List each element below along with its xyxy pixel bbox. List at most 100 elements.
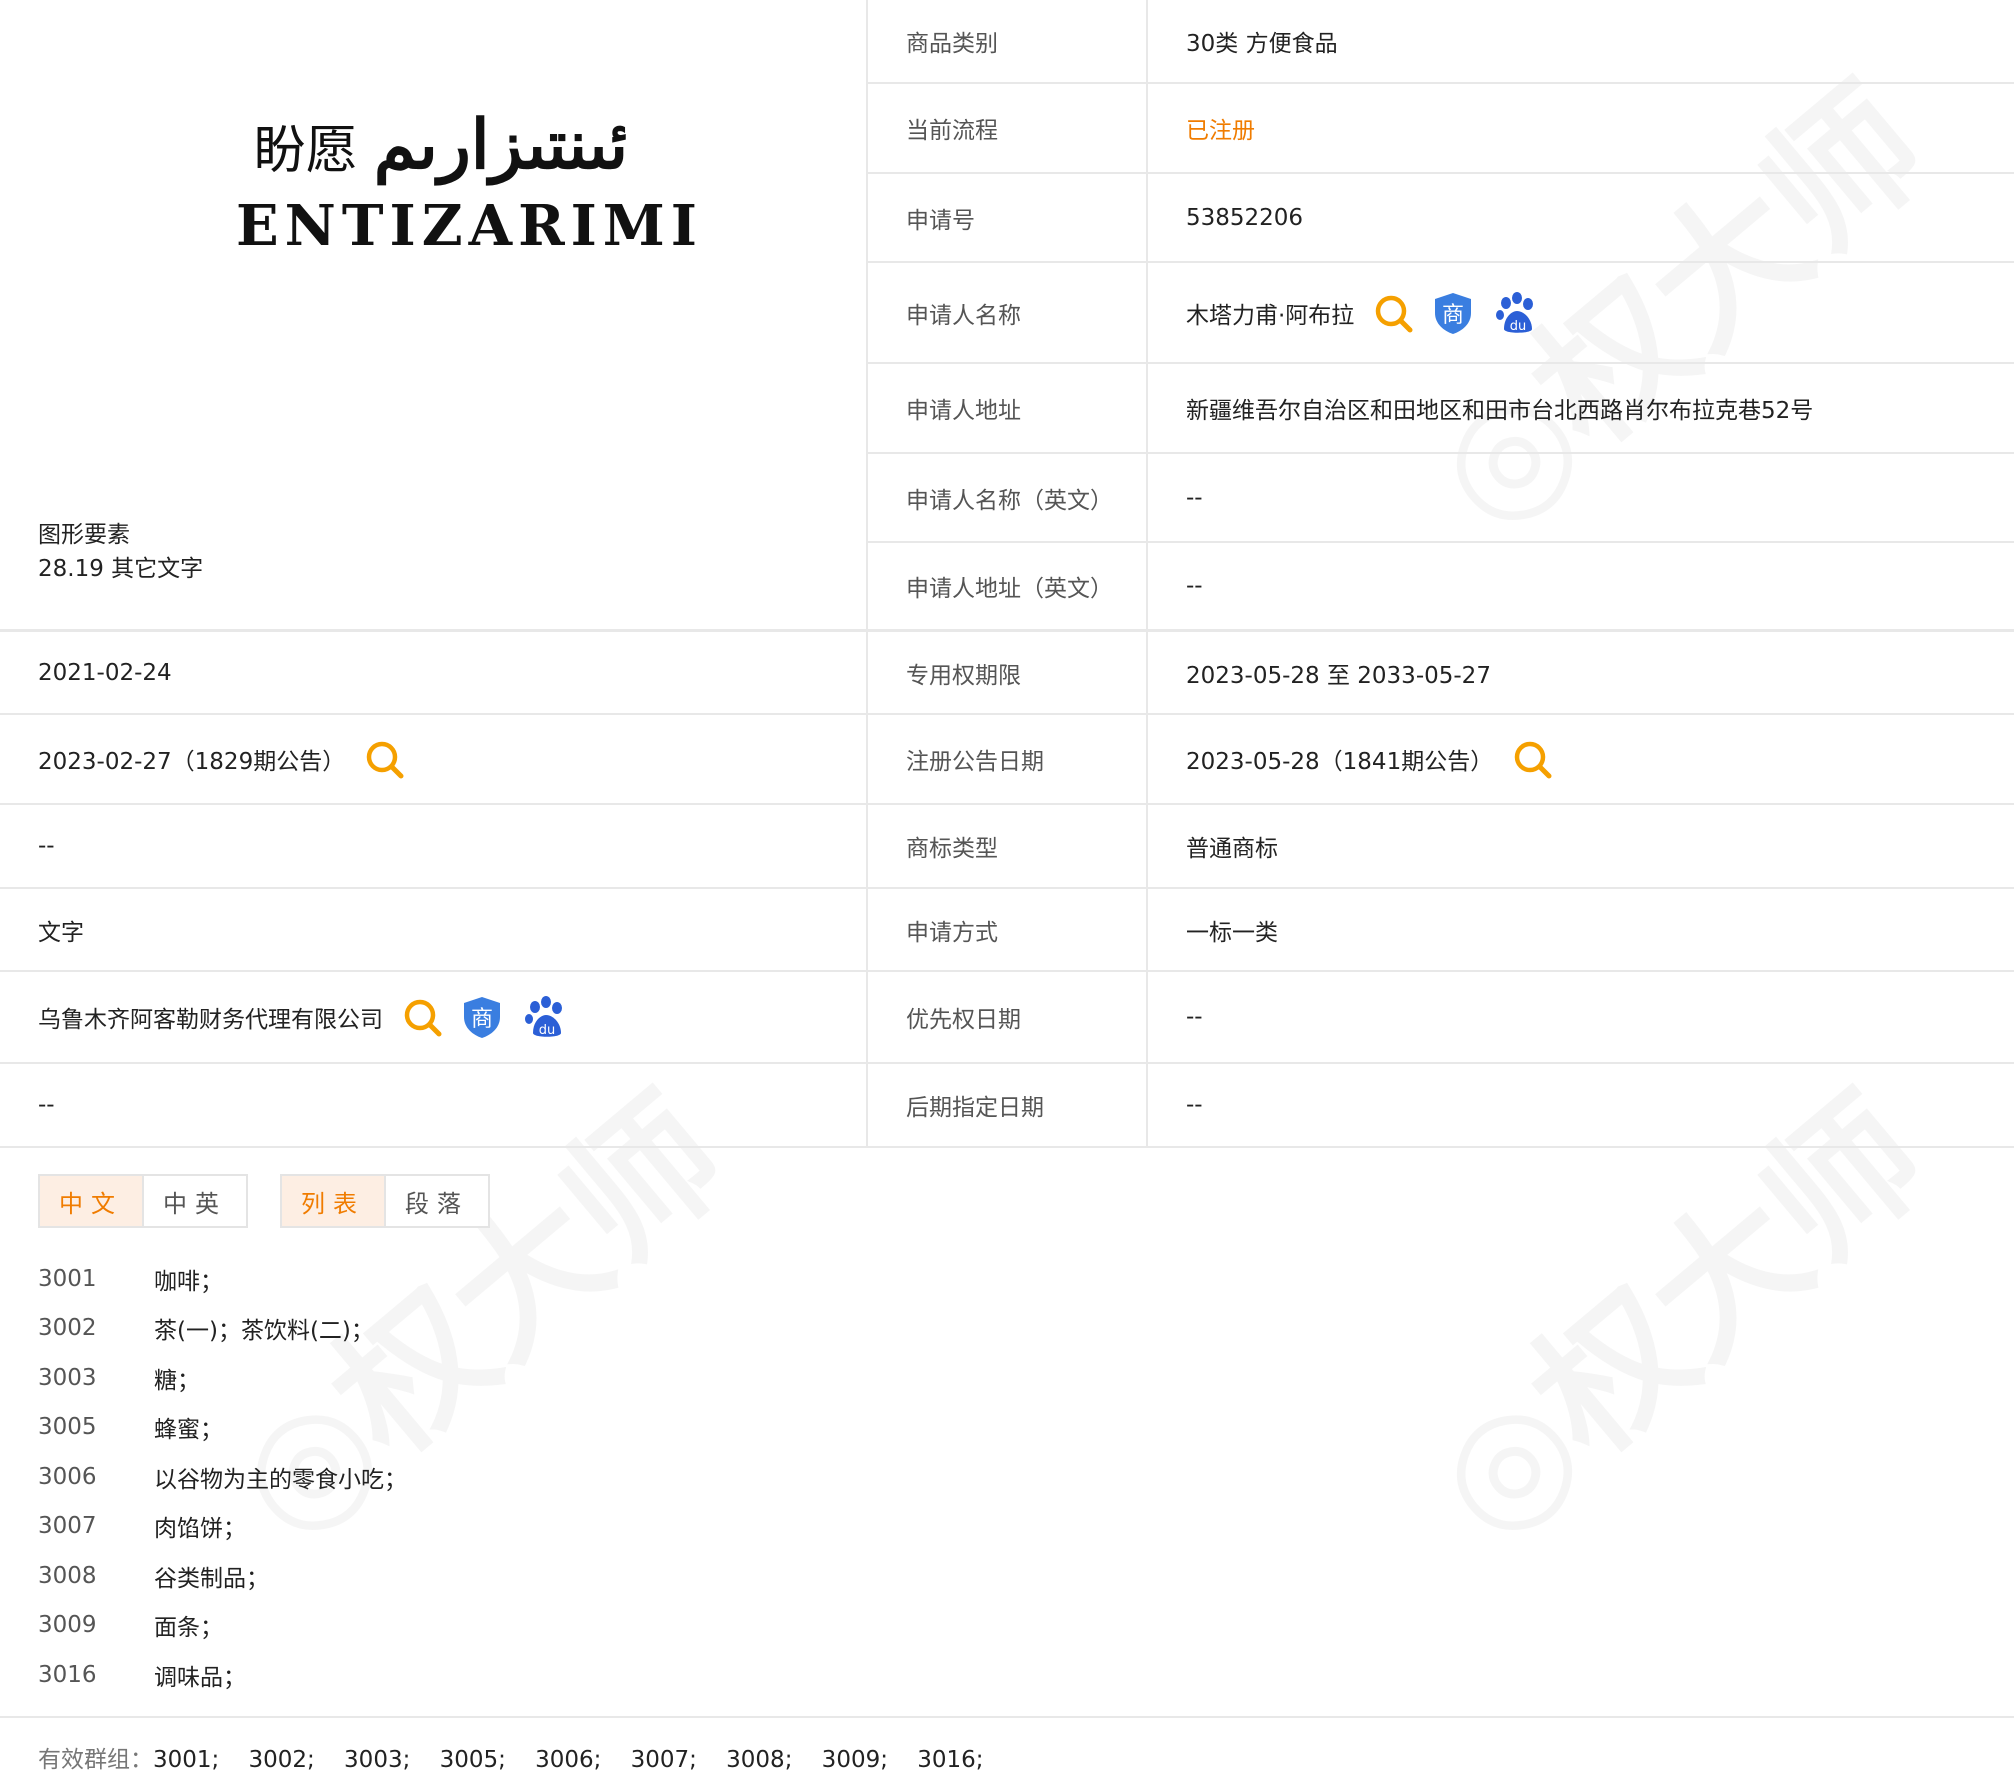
logo-chinese-text: 盼愿 bbox=[253, 120, 358, 181]
logo-cell: 盼愿 ئىنتىزارىم ENTIZARIMI 图形要素 28.19 其它文字 bbox=[0, 0, 868, 629]
figure-elements-title: 图形要素 bbox=[38, 522, 130, 548]
list-item: 3007 肉馅饼； bbox=[38, 1502, 407, 1552]
goods-name: 咖啡； bbox=[154, 1268, 223, 1295]
detail-row: 申请人地址（英文） -- bbox=[868, 543, 2014, 629]
logo-english-text: ENTIZARIMI bbox=[236, 193, 703, 259]
detail-label: 申请方式 bbox=[868, 889, 1148, 970]
info-row: 2021-02-24 专用权期限 2023-05-28 至 2033-05-27 bbox=[0, 632, 2014, 715]
detail-value: 30类 方便食品 bbox=[1186, 31, 1338, 57]
svg-text:商: 商 bbox=[1442, 303, 1464, 328]
search-icon[interactable] bbox=[403, 998, 442, 1037]
trademark-form: 文字 bbox=[38, 919, 84, 946]
detail-row: 当前流程 已注册 bbox=[868, 84, 2014, 174]
tab-chinese-english[interactable]: 中英 bbox=[142, 1176, 246, 1226]
preliminary-announcement-date: 2023-02-27（1829期公告） bbox=[38, 749, 346, 775]
goods-name: 谷类制品； bbox=[154, 1565, 269, 1592]
detail-label: 商品类别 bbox=[868, 0, 1148, 82]
info-row: -- 商标类型 普通商标 bbox=[0, 805, 2014, 889]
goods-code: 3006 bbox=[38, 1463, 97, 1490]
goods-name: 糖； bbox=[154, 1367, 200, 1394]
search-icon[interactable] bbox=[1513, 740, 1552, 779]
application-date: 2021-02-24 bbox=[38, 659, 172, 686]
valid-groups: 有效群组：3001; 3002; 3003; 3005; 3006; 3007;… bbox=[0, 1716, 2014, 1774]
info-row: -- 后期指定日期 -- bbox=[0, 1064, 2014, 1148]
detail-table: 商品类别 30类 方便食品 当前流程 已注册 申请号 53852206 申请人名… bbox=[868, 0, 2014, 629]
search-icon[interactable] bbox=[365, 740, 404, 779]
shield-business-icon[interactable]: 商 bbox=[461, 995, 503, 1039]
valid-groups-value: 3001; 3002; 3003; 3005; 3006; 3007; 3008… bbox=[153, 1747, 984, 1773]
info-row: 乌鲁木齐阿客勒财务代理有限公司 商 du 优先权日期 -- bbox=[0, 972, 2014, 1064]
goods-list: 3001 咖啡； 3002 茶(一)；茶饮料(二)； 3003 糖； 3005 蜂蜜； … bbox=[38, 1254, 407, 1700]
info-row: 2023-02-27（1829期公告） 注册公告日期 2023-05-28（18… bbox=[0, 715, 2014, 805]
agency-name: 乌鲁木齐阿客勒财务代理有限公司 bbox=[38, 1007, 383, 1033]
goods-name: 面条； bbox=[154, 1615, 223, 1642]
list-item: 3003 糖； bbox=[38, 1353, 407, 1403]
tab-paragraph[interactable]: 段落 bbox=[384, 1176, 488, 1226]
goods-code: 3003 bbox=[38, 1364, 97, 1391]
baidu-paw-icon[interactable]: du bbox=[1494, 291, 1538, 335]
search-icon[interactable] bbox=[1374, 294, 1413, 332]
detail-label: 申请人名称 bbox=[868, 263, 1148, 362]
applicant-address: 新疆维吾尔自治区和田地区和田市台北西路肖尔布拉克巷52号 bbox=[1186, 398, 1814, 424]
list-item: 3016 调味品； bbox=[38, 1650, 407, 1700]
top-section: 盼愿 ئىنتىزارىم ENTIZARIMI 图形要素 28.19 其它文字… bbox=[0, 0, 2014, 632]
baidu-paw-icon[interactable]: du bbox=[523, 995, 567, 1039]
goods-name: 肉馅饼； bbox=[154, 1516, 246, 1543]
trademark-detail-page: 盼愿 ئىنتىزارىم ENTIZARIMI 图形要素 28.19 其它文字… bbox=[0, 0, 2014, 1148]
detail-label: 申请号 bbox=[868, 174, 1148, 261]
detail-row: 申请人地址 新疆维吾尔自治区和田地区和田市台北西路肖尔布拉克巷52号 bbox=[868, 364, 2014, 454]
svg-text:商: 商 bbox=[471, 1007, 493, 1032]
status-text: 已注册 bbox=[1186, 118, 1255, 144]
tab-list[interactable]: 列表 bbox=[282, 1176, 384, 1226]
detail-label: 申请人地址 bbox=[868, 364, 1148, 452]
detail-label: 优先权日期 bbox=[868, 972, 1148, 1062]
detail-label: 申请人名称（英文） bbox=[868, 454, 1148, 541]
registration-announcement-date: 2023-05-28（1841期公告） bbox=[1186, 749, 1494, 775]
language-tab-group: 中文 中英 bbox=[38, 1174, 248, 1228]
goods-name: 以谷物为主的零食小吃； bbox=[154, 1466, 407, 1493]
priority-date: -- bbox=[1186, 1004, 1203, 1030]
applicant-name: 木塔力甫·阿布拉 bbox=[1186, 302, 1355, 329]
detail-label: 申请人地址（英文） bbox=[868, 543, 1148, 629]
detail-label: 商标类型 bbox=[868, 805, 1148, 887]
goods-code: 3016 bbox=[38, 1661, 97, 1688]
later-designation-date: -- bbox=[1186, 1092, 1203, 1118]
svg-text:du: du bbox=[1510, 319, 1527, 334]
detail-value: -- bbox=[1186, 484, 1203, 511]
goods-code: 3002 bbox=[38, 1315, 97, 1342]
detail-label: 当前流程 bbox=[868, 84, 1148, 172]
detail-row: 申请人名称（英文） -- bbox=[868, 454, 2014, 543]
detail-row: 商品类别 30类 方便食品 bbox=[868, 0, 2014, 84]
goods-code: 3001 bbox=[38, 1265, 97, 1292]
list-item: 3006 以谷物为主的零食小吃； bbox=[38, 1452, 407, 1502]
trademark-type: 普通商标 bbox=[1186, 836, 1278, 862]
shield-business-icon[interactable]: 商 bbox=[1432, 291, 1474, 335]
application-number: 53852206 bbox=[1186, 204, 1304, 231]
valid-groups-label: 有效群组： bbox=[38, 1747, 153, 1773]
detail-label: 专用权期限 bbox=[868, 632, 1148, 713]
exclusive-right-period: 2023-05-28 至 2033-05-27 bbox=[1186, 662, 1491, 689]
detail-label: 注册公告日期 bbox=[868, 715, 1148, 803]
goods-name: 茶(一)；茶饮料(二)； bbox=[154, 1318, 374, 1345]
goods-name: 调味品； bbox=[154, 1664, 246, 1691]
detail-value: -- bbox=[38, 833, 55, 859]
list-item: 3001 咖啡； bbox=[38, 1254, 407, 1304]
list-item: 3005 蜂蜜； bbox=[38, 1403, 407, 1453]
goods-code: 3007 bbox=[38, 1513, 97, 1540]
goods-tabs: 中文 中英 列表 段落 bbox=[38, 1174, 490, 1228]
figure-elements: 图形要素 28.19 其它文字 bbox=[38, 518, 203, 586]
detail-value: -- bbox=[38, 1092, 55, 1118]
detail-label: 后期指定日期 bbox=[868, 1064, 1148, 1146]
tab-chinese[interactable]: 中文 bbox=[40, 1176, 142, 1226]
detail-row: 申请号 53852206 bbox=[868, 174, 2014, 263]
logo-arabic-text: ئىنتىزارىم bbox=[373, 105, 629, 185]
goods-code: 3008 bbox=[38, 1562, 97, 1589]
figure-elements-value: 28.19 其它文字 bbox=[38, 556, 204, 582]
detail-value: -- bbox=[1186, 573, 1203, 599]
info-row: 文字 申请方式 一标一类 bbox=[0, 889, 2014, 972]
goods-code: 3005 bbox=[38, 1414, 97, 1441]
view-tab-group: 列表 段落 bbox=[280, 1174, 490, 1228]
goods-name: 蜂蜜； bbox=[154, 1417, 223, 1444]
trademark-logo: 盼愿 ئىنتىزارىم ENTIZARIMI bbox=[236, 105, 703, 259]
list-item: 3002 茶(一)；茶饮料(二)； bbox=[38, 1304, 407, 1354]
